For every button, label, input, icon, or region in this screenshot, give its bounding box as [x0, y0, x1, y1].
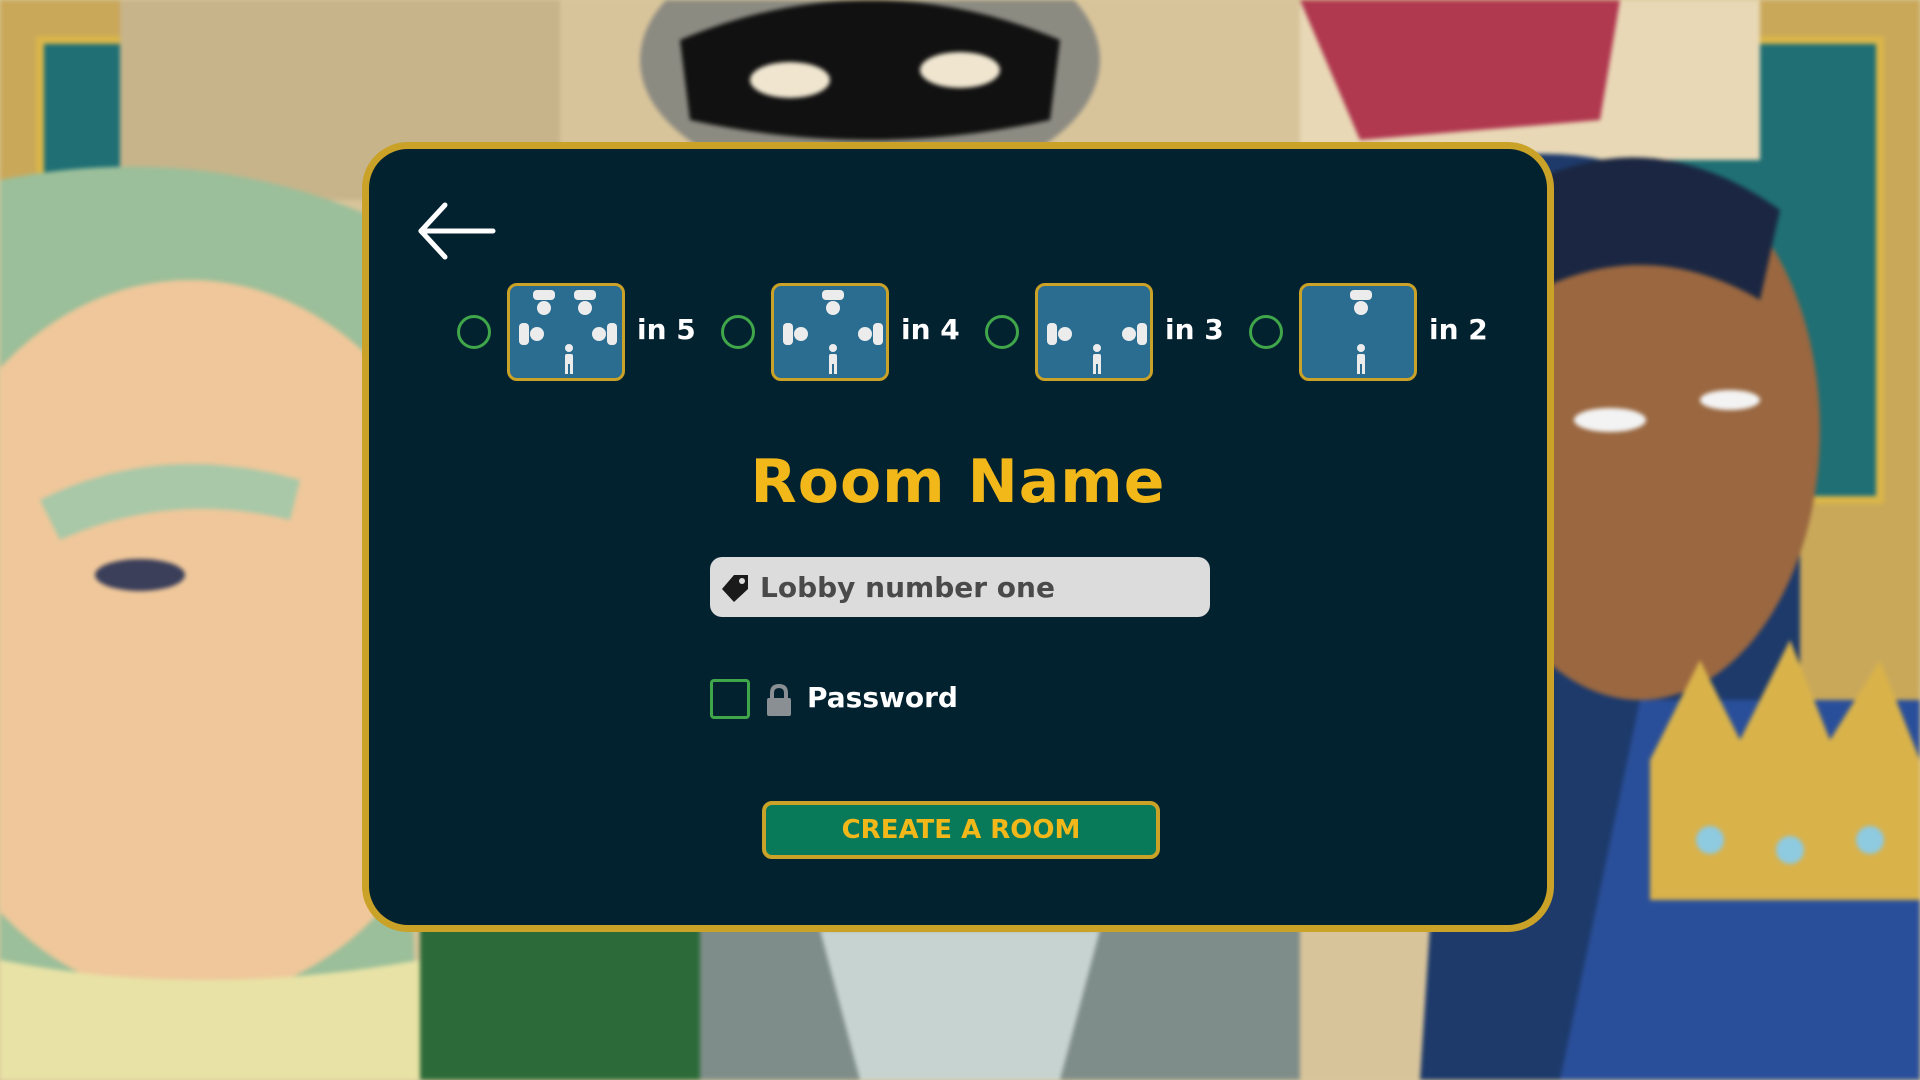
player-option-label: in 3	[1165, 313, 1224, 346]
arrow-left-icon	[418, 202, 496, 260]
create-room-button[interactable]: CREATE A ROOM	[762, 801, 1160, 859]
tag-icon	[722, 575, 748, 602]
back-button[interactable]	[415, 199, 499, 263]
room-name-input[interactable]	[760, 557, 1200, 617]
password-checkbox[interactable]	[710, 679, 750, 719]
table-seats-5-icon	[519, 290, 617, 374]
table-layout-4-tile[interactable]	[771, 283, 889, 381]
table-layout-2-tile[interactable]	[1299, 283, 1417, 381]
lock-icon	[767, 683, 791, 716]
table-layout-3-tile[interactable]	[1035, 283, 1153, 381]
player-option-radio[interactable]	[1249, 315, 1283, 349]
table-seats-3-icon	[1047, 323, 1147, 374]
room-name-heading: Room Name	[750, 447, 1166, 517]
table-seats-4-icon	[783, 290, 883, 374]
player-option-label: in 5	[637, 313, 696, 346]
player-option-radio[interactable]	[985, 315, 1019, 349]
game-screen: in 5 in 4 in 3 in 2 Room Name Lobby numb…	[0, 0, 1920, 1080]
player-option-label: in 2	[1429, 313, 1488, 346]
table-seats-2-icon	[1350, 290, 1372, 374]
player-option-radio[interactable]	[457, 315, 491, 349]
create-room-dialog: in 5 in 4 in 3 in 2 Room Name Lobby numb…	[362, 142, 1554, 932]
player-option-label: in 4	[901, 313, 960, 346]
player-option-radio[interactable]	[721, 315, 755, 349]
password-label: Password	[807, 681, 958, 714]
table-layout-5-tile[interactable]	[507, 283, 625, 381]
room-name-field[interactable]	[710, 557, 1210, 617]
